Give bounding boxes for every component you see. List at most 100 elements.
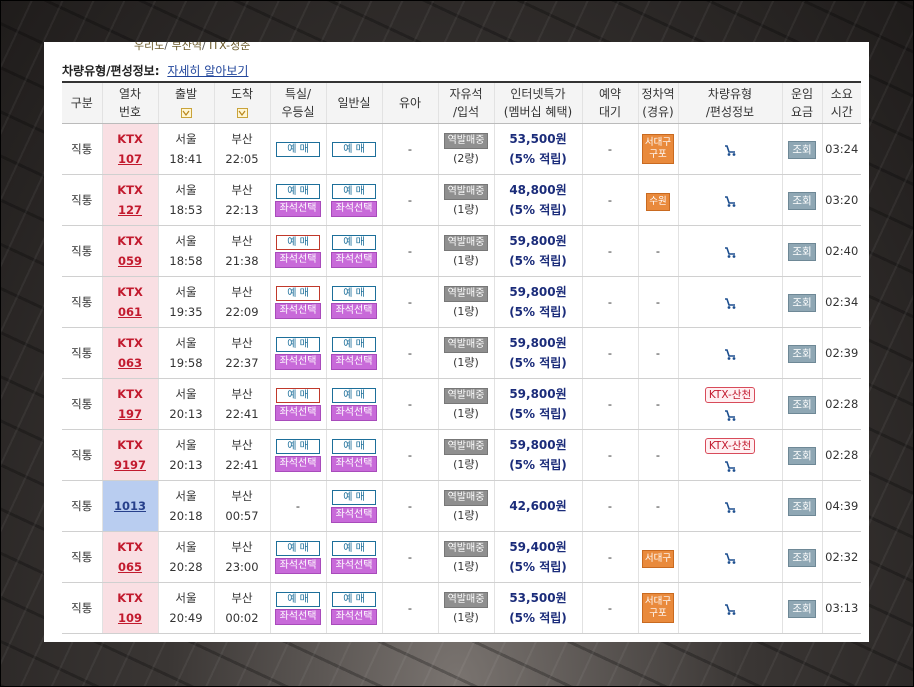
stop-station-cell: 서대구 구포 [637, 123, 678, 175]
reserve-button[interactable]: 예 매 [276, 285, 320, 301]
reserve-button[interactable]: 예 매 [332, 489, 376, 505]
reserve-button[interactable]: 예 매 [276, 234, 320, 250]
sort-dropdown-icon[interactable] [236, 107, 248, 118]
train-number-cell[interactable]: KTX 197 [101, 378, 158, 430]
reserve-button[interactable]: 예 매 [332, 387, 376, 403]
train-number-cell[interactable]: KTX 127 [101, 174, 158, 226]
train-number-link[interactable]: 127 [103, 200, 158, 220]
breadcrumb-item[interactable]: 부산역 [172, 42, 202, 52]
reserve-button[interactable]: 예 매 [332, 234, 376, 250]
departure-time: 19:35 [169, 305, 203, 319]
train-car-icon[interactable] [723, 602, 737, 616]
train-number-cell[interactable]: 1013 [101, 480, 158, 532]
seat-select-button[interactable]: 좌석선택 [275, 455, 321, 472]
price-value: 59,800원 [509, 438, 567, 452]
reserve-button[interactable]: 예 매 [332, 438, 376, 454]
reserve-button[interactable]: 예 매 [276, 183, 320, 199]
seat-select-button[interactable]: 좌석선택 [331, 608, 377, 625]
arrival-station: 부산 [231, 540, 253, 554]
fare-view-button[interactable]: 조회 [788, 294, 816, 312]
reserve-button[interactable]: 예 매 [276, 387, 320, 403]
reserve-button[interactable]: 예 매 [276, 141, 320, 157]
train-car-icon[interactable] [723, 143, 737, 157]
waitlist-cell: - [581, 480, 638, 532]
seat-select-button[interactable]: 좌석선택 [275, 302, 321, 319]
fare-view-button[interactable]: 조회 [788, 549, 816, 567]
train-number-link[interactable]: 107 [103, 149, 158, 169]
fare-view-button[interactable]: 조회 [788, 600, 816, 618]
train-car-icon[interactable] [723, 408, 737, 422]
train-number-cell[interactable]: KTX 107 [101, 123, 158, 175]
train-car-icon[interactable] [723, 347, 737, 361]
train-number-link[interactable]: 063 [103, 353, 158, 373]
train-car-icon[interactable] [723, 551, 737, 565]
seat-select-button[interactable]: 좌석선택 [275, 200, 321, 217]
train-number-cell[interactable]: KTX 063 [101, 327, 158, 379]
reserve-button[interactable]: 예 매 [276, 540, 320, 556]
fare-view-button[interactable]: 조회 [788, 141, 816, 159]
fare-view-button[interactable]: 조회 [788, 192, 816, 210]
reserve-button[interactable]: 예 매 [332, 141, 376, 157]
train-car-icon[interactable] [723, 296, 737, 310]
train-car-icon[interactable] [723, 459, 737, 473]
train-car-icon[interactable] [723, 194, 737, 208]
train-number-cell[interactable]: KTX 9197 [101, 429, 158, 481]
train-number-cell[interactable]: KTX 065 [101, 531, 158, 583]
train-car-icon[interactable] [723, 245, 737, 259]
train-number-link[interactable]: 065 [103, 557, 158, 577]
reserve-button[interactable]: 예 매 [332, 591, 376, 607]
breadcrumb-item[interactable]: ITX-청춘 [209, 42, 250, 52]
seat-select-button[interactable]: 좌석선택 [275, 557, 321, 574]
reserve-button[interactable]: 예 매 [332, 285, 376, 301]
seat-select-button[interactable]: 좌석선택 [275, 251, 321, 268]
column-header: 예약 대기 [581, 81, 638, 124]
train-number-link[interactable]: 109 [103, 608, 158, 628]
seat-select-button[interactable]: 좌석선택 [331, 506, 377, 523]
stop-station-badge[interactable]: 서대구 [641, 549, 675, 568]
train-number-link[interactable]: 1013 [103, 496, 158, 516]
train-number-link[interactable]: 197 [103, 404, 158, 424]
train-number-link[interactable]: 059 [103, 251, 158, 271]
departure-cell: 서울 20:49 [157, 582, 214, 634]
train-number-link[interactable]: 9197 [103, 455, 158, 475]
seat-select-button[interactable]: 좌석선택 [331, 353, 377, 370]
stop-station-badge[interactable]: 서대구 구포 [641, 593, 675, 623]
seat-select-button[interactable]: 좌석선택 [331, 455, 377, 472]
fare-view-button[interactable]: 조회 [788, 447, 816, 465]
fare-view-button[interactable]: 조회 [788, 345, 816, 363]
vehicle-info-link[interactable]: 자세히 알아보기 [167, 64, 248, 78]
stop-station-badge[interactable]: 수원 [646, 192, 670, 211]
breadcrumb-item[interactable]: 우리도 [134, 42, 164, 52]
fare-view-button[interactable]: 조회 [788, 498, 816, 516]
fare-view-button[interactable]: 조회 [788, 243, 816, 261]
seat-select-button[interactable]: 좌석선택 [331, 302, 377, 319]
train-number-cell[interactable]: KTX 059 [101, 225, 158, 277]
seat-select-button[interactable]: 좌석선택 [331, 557, 377, 574]
train-number-cell[interactable]: KTX 109 [101, 582, 158, 634]
train-number-cell[interactable]: KTX 061 [101, 276, 158, 328]
seat-select-button[interactable]: 좌석선택 [275, 608, 321, 625]
seat-select-button[interactable]: 좌석선택 [331, 404, 377, 421]
seat-select-button[interactable]: 좌석선택 [331, 251, 377, 268]
internet-price-cell: 53,500원 (5% 적립) [493, 582, 582, 634]
fare-view-button[interactable]: 조회 [788, 396, 816, 414]
train-type: KTX [117, 336, 143, 350]
station-sale-badge: 역발매중 [443, 133, 489, 149]
vehicle-type-badge: KTX-산천 [704, 387, 756, 403]
reserve-button[interactable]: 예 매 [332, 540, 376, 556]
free-seat-cell: 역발매중 (1량) [437, 225, 494, 277]
reserve-button[interactable]: 예 매 [276, 336, 320, 352]
seat-select-button[interactable]: 좌석선택 [331, 200, 377, 217]
reserve-button[interactable]: 예 매 [276, 438, 320, 454]
train-car-icon[interactable] [723, 500, 737, 514]
infant-cell: - [381, 582, 438, 634]
reserve-button[interactable]: 예 매 [332, 183, 376, 199]
train-number-link[interactable]: 061 [103, 302, 158, 322]
reserve-button[interactable]: 예 매 [276, 591, 320, 607]
price-value: 53,500원 [509, 132, 567, 146]
stop-station-badge[interactable]: 서대구 구포 [641, 134, 675, 164]
sort-dropdown-icon[interactable] [180, 107, 192, 118]
reserve-button[interactable]: 예 매 [332, 336, 376, 352]
seat-select-button[interactable]: 좌석선택 [275, 404, 321, 421]
seat-select-button[interactable]: 좌석선택 [275, 353, 321, 370]
